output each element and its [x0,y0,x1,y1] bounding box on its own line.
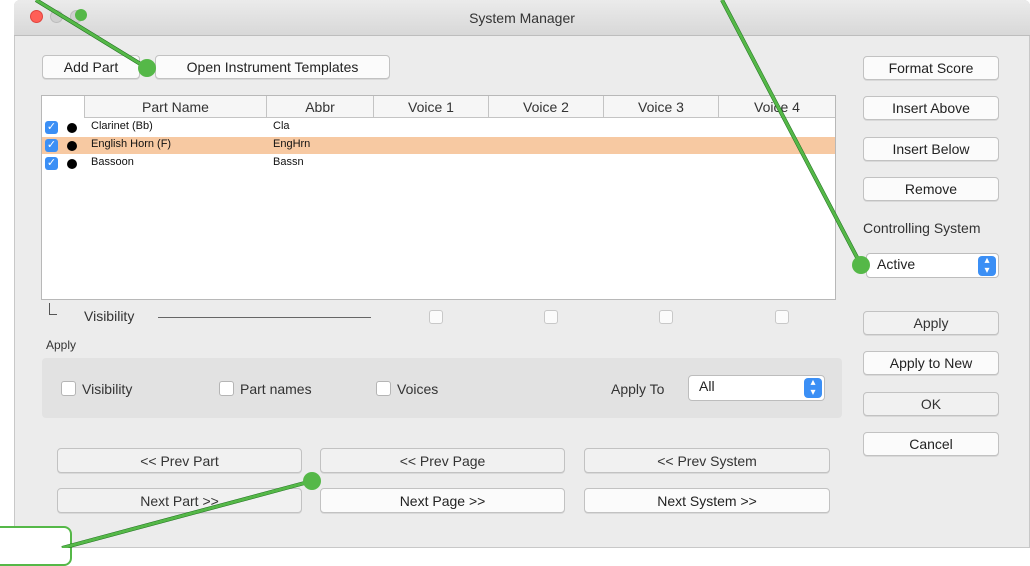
apply-part-names-checkbox[interactable] [219,381,234,396]
next-system-button[interactable]: Next System >> [584,488,830,513]
visibility-voice-3-checkbox[interactable] [659,310,673,324]
annotation-callout-box [0,526,72,566]
controlling-system-select[interactable]: Active ▴ ▾ [866,253,999,278]
part-name-cell: Clarinet (Bb) [91,120,153,132]
insert-above-button[interactable]: Insert Above [863,96,999,120]
checkmark-icon[interactable]: ✓ [45,139,58,152]
zoom-window-button[interactable] [70,10,83,23]
apply-voices-label: Voices [397,381,439,397]
ok-button[interactable]: OK [863,392,999,416]
corner-bracket-icon [49,303,57,315]
apply-button[interactable]: Apply [863,311,999,335]
checkmark-icon[interactable]: ✓ [45,157,58,170]
part-abbr-cell: Cla [273,120,290,132]
apply-section-title: Apply [46,338,77,352]
prev-part-button[interactable]: << Prev Part [57,448,302,473]
remove-button[interactable]: Remove [863,177,999,201]
chevron-updown-icon: ▴ ▾ [804,378,822,398]
dot-icon [67,123,77,133]
prev-page-button[interactable]: << Prev Page [320,448,565,473]
column-header-voice-3[interactable]: Voice 3 [603,96,718,118]
table-row[interactable]: ✓ Bassoon Bassn [42,155,835,172]
apply-to-select[interactable]: All ▴ ▾ [688,375,825,401]
apply-voices-checkbox[interactable] [376,381,391,396]
chevron-updown-icon: ▴ ▾ [978,256,996,276]
column-header-voice-4[interactable]: Voice 4 [718,96,835,118]
next-part-button[interactable]: Next Part >> [57,488,302,513]
open-instrument-templates-button[interactable]: Open Instrument Templates [155,55,390,79]
visibility-label: Visibility [84,308,135,324]
part-name-cell: Bassoon [91,156,134,168]
visibility-line [158,317,371,318]
controlling-system-value: Active [877,256,916,272]
visibility-voice-4-checkbox[interactable] [775,310,789,324]
column-header-voice-1[interactable]: Voice 1 [373,96,488,118]
minimize-window-button[interactable] [50,10,63,23]
close-window-button[interactable] [30,10,43,23]
part-name-cell: English Horn (F) [91,138,172,150]
visibility-voice-2-checkbox[interactable] [544,310,558,324]
apply-to-new-button[interactable]: Apply to New [863,351,999,375]
prev-system-button[interactable]: << Prev System [584,448,830,473]
part-abbr-cell: Bassn [273,156,304,168]
visibility-voice-1-checkbox[interactable] [429,310,443,324]
parts-list-header: Part Name Abbr Voice 1 Voice 2 Voice 3 V… [84,96,835,118]
apply-to-label: Apply To [611,381,665,397]
table-row[interactable]: ✓ Clarinet (Bb) Cla [42,119,835,136]
window-title: System Manager [469,10,575,26]
checkmark-icon[interactable]: ✓ [45,121,58,134]
column-header-part-name[interactable]: Part Name [84,96,266,118]
next-page-button[interactable]: Next Page >> [320,488,565,513]
add-part-button[interactable]: Add Part [42,55,140,79]
dot-icon [67,159,77,169]
table-row-selected[interactable]: ✓ English Horn (F) EngHrn [42,137,835,154]
column-header-abbr[interactable]: Abbr [266,96,373,118]
cancel-button[interactable]: Cancel [863,432,999,456]
apply-part-names-label: Part names [240,381,312,397]
format-score-button[interactable]: Format Score [863,56,999,80]
apply-visibility-label: Visibility [82,381,133,397]
part-abbr-cell: EngHrn [273,138,311,150]
dot-icon [67,141,77,151]
insert-below-button[interactable]: Insert Below [863,137,999,161]
controlling-system-label: Controlling System [863,220,981,236]
apply-visibility-checkbox[interactable] [61,381,76,396]
apply-to-value: All [699,378,715,394]
column-header-voice-2[interactable]: Voice 2 [488,96,603,118]
